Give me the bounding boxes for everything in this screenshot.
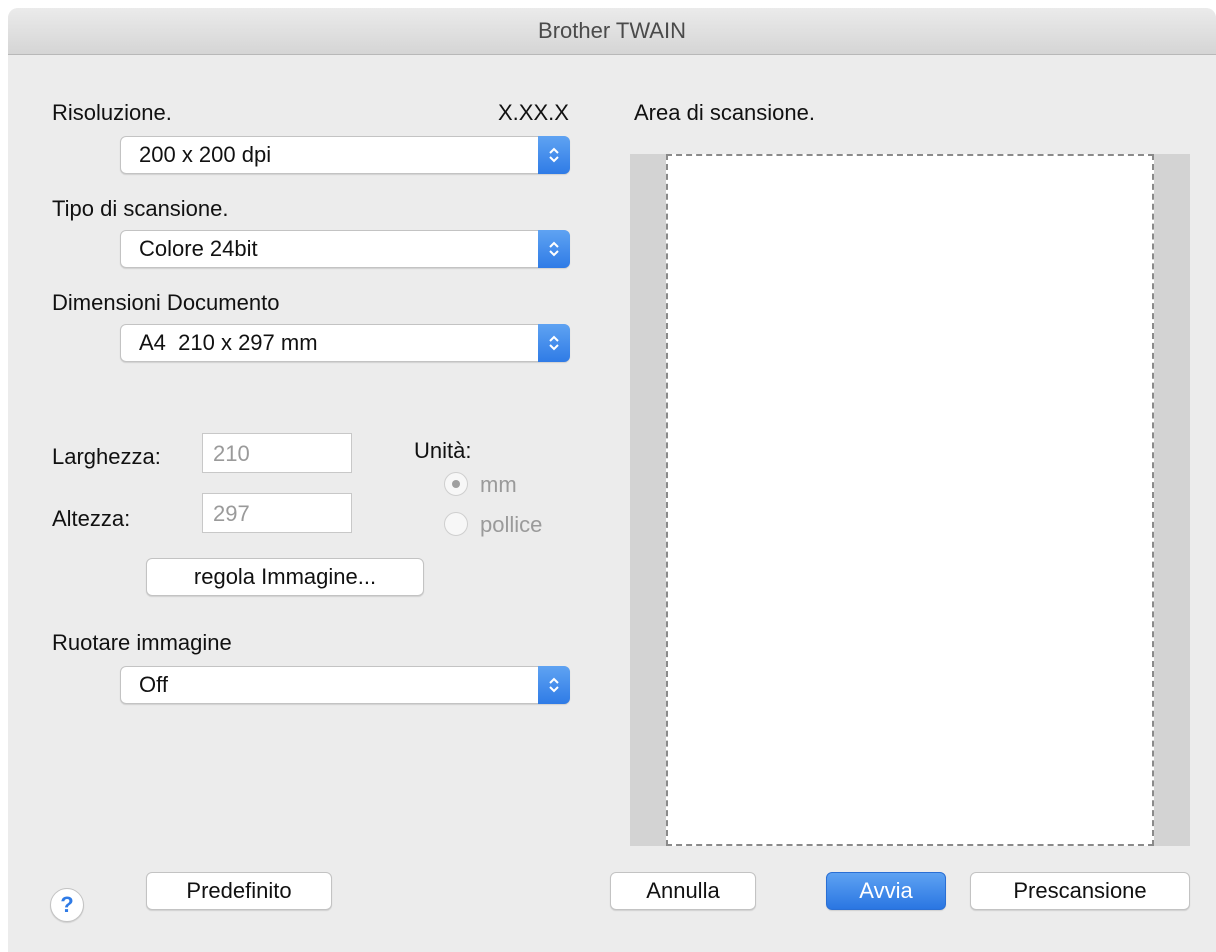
chevron-updown-icon (538, 666, 570, 704)
brother-twain-window: Brother TWAIN Risoluzione. X.XX.X 200 x … (8, 8, 1216, 952)
window-title: Brother TWAIN (8, 8, 1216, 55)
scan-page-selection[interactable] (666, 154, 1154, 846)
chevron-updown-icon (538, 230, 570, 268)
start-button[interactable]: Avvia (826, 872, 946, 910)
resolution-select[interactable]: 200 x 200 dpi (120, 136, 570, 174)
height-field[interactable]: 297 (202, 493, 352, 533)
document-size-value: A4 210 x 297 mm (139, 330, 318, 355)
document-size-select[interactable]: A4 210 x 297 mm (120, 324, 570, 362)
unit-label: Unità: (414, 438, 472, 463)
scan-type-label: Tipo di scansione. (52, 196, 229, 221)
scan-area-label: Area di scansione. (634, 100, 815, 125)
help-button[interactable]: ? (50, 888, 84, 922)
rotate-label: Ruotare immagine (52, 630, 232, 655)
version-label: X.XX.X (498, 100, 569, 125)
scan-area[interactable] (630, 154, 1190, 846)
adjust-image-button[interactable]: regola Immagine... (146, 558, 424, 596)
unit-inch-label: pollice (480, 512, 543, 537)
scan-type-value: Colore 24bit (139, 236, 258, 261)
width-field[interactable]: 210 (202, 433, 352, 473)
rotate-value: Off (139, 672, 168, 697)
default-button[interactable]: Predefinito (146, 872, 332, 910)
cancel-button[interactable]: Annulla (610, 872, 756, 910)
radio-selected-dot (452, 480, 460, 488)
resolution-label: Risoluzione. (52, 100, 172, 125)
chevron-updown-icon (538, 324, 570, 362)
rotate-select[interactable]: Off (120, 666, 570, 704)
scan-type-select[interactable]: Colore 24bit (120, 230, 570, 268)
unit-mm-label: mm (480, 472, 517, 497)
prescan-button[interactable]: Prescansione (970, 872, 1190, 910)
height-label: Altezza: (52, 506, 131, 531)
unit-inch-radio[interactable] (444, 512, 468, 536)
width-label: Larghezza: (52, 444, 161, 469)
document-size-label: Dimensioni Documento (52, 290, 280, 315)
chevron-updown-icon (538, 136, 570, 174)
resolution-value: 200 x 200 dpi (139, 142, 272, 167)
unit-mm-radio[interactable] (444, 472, 468, 496)
